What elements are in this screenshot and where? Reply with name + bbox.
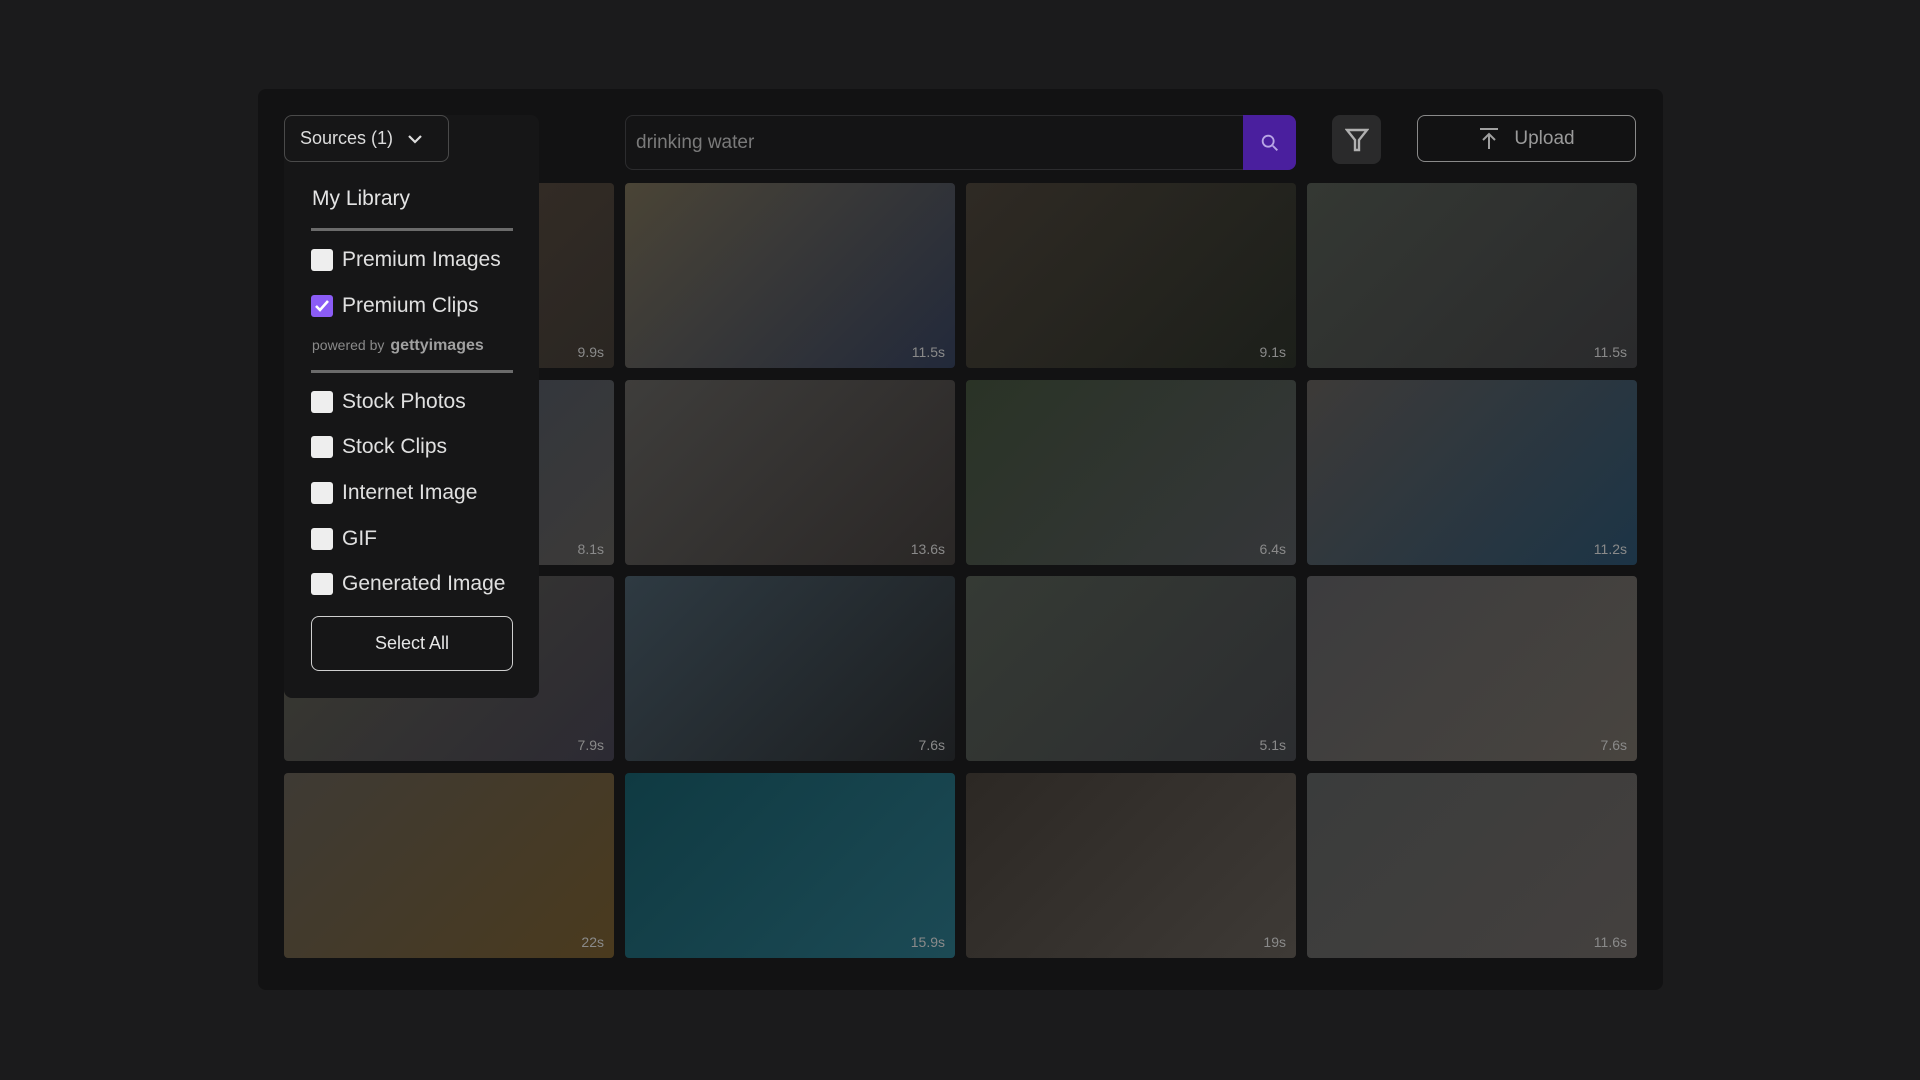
duration-badge: 11.6s [1593, 933, 1627, 950]
sources-button[interactable]: Sources (1) [284, 115, 449, 162]
checkbox[interactable] [311, 391, 333, 413]
duration-badge: 9.1s [1259, 344, 1286, 360]
duration-badge: 15.9s [910, 933, 945, 950]
checkbox[interactable] [311, 482, 333, 504]
media-thumbnail[interactable]: 11.5s [1307, 183, 1637, 368]
my-library-option[interactable]: My Library [312, 187, 410, 211]
search-button[interactable] [1243, 115, 1296, 170]
source-option[interactable]: Stock Clips [311, 435, 447, 459]
select-all-button[interactable]: Select All [311, 616, 513, 671]
duration-badge: 7.6s [918, 737, 945, 753]
duration-badge: 8.1s [577, 540, 604, 557]
filter-button[interactable] [1332, 115, 1381, 164]
duration-badge: 6.4s [1259, 540, 1286, 557]
media-thumbnail[interactable]: 9.1s [966, 183, 1296, 368]
powered-by: powered by gettyimages [312, 337, 484, 355]
checkbox[interactable] [311, 573, 333, 595]
source-option-label: Premium Clips [342, 294, 479, 317]
media-thumbnail[interactable]: 22s [284, 772, 614, 958]
duration-badge: 13.6s [910, 540, 945, 557]
source-option-label: GIF [342, 527, 377, 550]
media-thumbnail[interactable]: 11.6s [1307, 772, 1637, 958]
duration-badge: 11.5s [911, 344, 945, 360]
media-thumbnail[interactable]: 7.6s [625, 576, 955, 761]
duration-badge: 22s [581, 933, 604, 950]
source-option[interactable]: Premium Images [311, 248, 501, 272]
duration-badge: 9.9s [577, 344, 604, 360]
checkbox[interactable] [311, 528, 333, 550]
media-thumbnail[interactable]: 7.6s [1307, 576, 1637, 761]
search-icon [1261, 134, 1278, 151]
source-option[interactable]: Internet Image [311, 481, 477, 505]
search-input[interactable] [636, 116, 1236, 169]
powered-by-text: powered by [312, 337, 385, 353]
upload-label: Upload [1514, 127, 1575, 149]
source-option-label: Stock Photos [342, 390, 466, 413]
media-thumbnail[interactable]: 11.5s [625, 183, 955, 368]
source-option-label: Internet Image [342, 481, 478, 504]
source-option-label: Generated Image [342, 572, 506, 595]
filter-icon [1344, 128, 1369, 151]
checkbox[interactable] [311, 436, 333, 458]
sources-label: Sources (1) [300, 128, 394, 148]
media-thumbnail[interactable]: 19s [966, 772, 1296, 958]
duration-badge: 11.2s [1593, 540, 1627, 557]
checkbox[interactable] [311, 295, 333, 317]
source-option-label: Stock Clips [342, 435, 448, 458]
duration-badge: 11.5s [1593, 344, 1627, 360]
media-thumbnail[interactable]: 5.1s [966, 576, 1296, 761]
source-option-label: Premium Images [342, 248, 501, 271]
divider [311, 228, 513, 231]
upload-icon [1480, 127, 1499, 149]
source-option[interactable]: Stock Photos [311, 390, 466, 414]
chevron-down-icon [408, 134, 422, 144]
check-icon [315, 300, 329, 312]
media-thumbnail[interactable]: 11.2s [1307, 379, 1637, 565]
search-bar [625, 115, 1296, 170]
media-thumbnail[interactable]: 13.6s [625, 379, 955, 565]
divider [311, 370, 513, 373]
duration-badge: 19s [1263, 933, 1286, 950]
gettyimages-logo: gettyimages [390, 337, 484, 354]
upload-button[interactable]: Upload [1417, 115, 1636, 162]
media-thumbnail[interactable]: 6.4s [966, 379, 1296, 565]
checkbox[interactable] [311, 249, 333, 271]
duration-badge: 7.9s [577, 737, 604, 753]
media-thumbnail[interactable]: 15.9s [625, 772, 955, 958]
duration-badge: 5.1s [1259, 737, 1286, 753]
source-option[interactable]: Generated Image [311, 572, 505, 596]
source-option[interactable]: GIF [311, 527, 377, 551]
source-option[interactable]: Premium Clips [311, 294, 479, 318]
duration-badge: 7.6s [1600, 737, 1627, 753]
